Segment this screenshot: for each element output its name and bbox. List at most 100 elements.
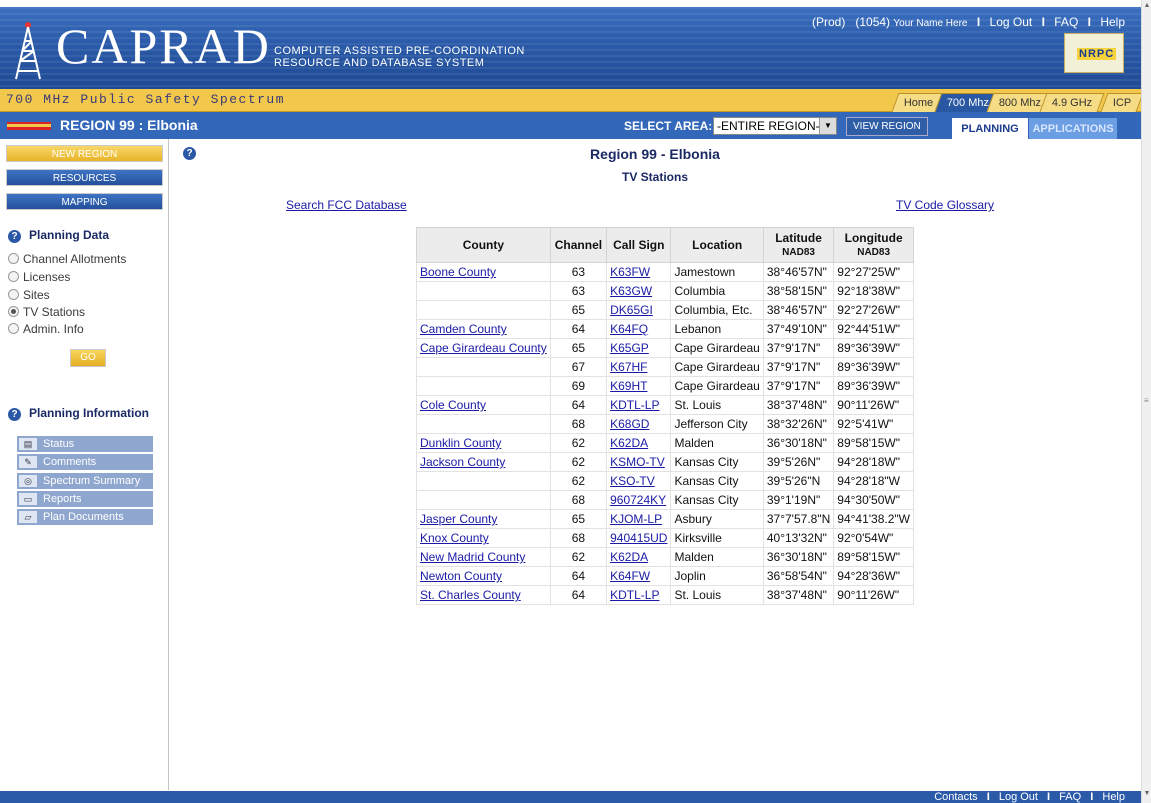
vertical-scrollbar[interactable]: ▲ ≡ ▼ xyxy=(1141,0,1151,803)
help-icon[interactable]: ? xyxy=(8,230,21,243)
scroll-down-icon[interactable]: ▼ xyxy=(1143,790,1151,799)
call-sign-link[interactable]: K63GW xyxy=(610,284,652,298)
tv-code-glossary-link[interactable]: TV Code Glossary xyxy=(896,198,994,212)
call-sign-link[interactable]: K65GP xyxy=(610,341,649,355)
cell-location: Malden xyxy=(670,547,764,567)
radio-channel-allotments[interactable]: Channel Allotments xyxy=(8,252,126,268)
county-link[interactable]: Cape Girardeau County xyxy=(420,341,547,355)
county-link[interactable]: Camden County xyxy=(420,322,507,336)
cell-location: Jefferson City xyxy=(670,414,764,434)
separator: I xyxy=(986,791,990,803)
cell-county: Knox County xyxy=(416,528,551,548)
radio-button[interactable] xyxy=(8,323,19,334)
call-sign-link[interactable]: K69HT xyxy=(610,379,647,393)
county-link[interactable]: New Madrid County xyxy=(420,550,525,564)
call-sign-link[interactable]: KSMO-TV xyxy=(610,455,665,469)
caprad-logo[interactable]: CAPRAD xyxy=(56,17,271,75)
cell-channel: 68 xyxy=(549,490,608,510)
info-item-status[interactable]: ▤ Status xyxy=(17,436,153,453)
radio-button[interactable] xyxy=(8,289,19,300)
info-item-comments[interactable]: ✎ Comments xyxy=(17,454,153,471)
tagline-line-1: COMPUTER ASSISTED PRE-COORDINATION xyxy=(274,45,525,57)
call-sign-link[interactable]: K63FW xyxy=(610,265,650,279)
col-county-label: County xyxy=(462,237,505,252)
help-link[interactable]: Help xyxy=(1100,15,1125,29)
col-latitude-label: Latitude xyxy=(775,230,822,245)
logout-link[interactable]: Log Out xyxy=(990,15,1033,29)
cell-location: Joplin xyxy=(670,566,764,586)
radio-button[interactable] xyxy=(8,253,19,264)
county-link[interactable]: Cole County xyxy=(420,398,486,412)
cell-longitude: 90°11'26W" xyxy=(833,395,914,415)
cell-latitude: 37°7'57.8"N xyxy=(762,509,835,529)
county-link[interactable]: Newton County xyxy=(420,569,502,583)
call-sign-link[interactable]: K62DA xyxy=(610,550,648,564)
view-region-button[interactable]: VIEW REGION xyxy=(846,117,928,136)
radio-admin-info[interactable]: Admin. Info xyxy=(8,322,84,338)
cell-latitude: 38°37'48N" xyxy=(762,395,835,415)
tab-applications[interactable]: APPLICATIONS xyxy=(1029,118,1117,139)
county-link[interactable]: Jasper County xyxy=(420,512,497,526)
info-item-reports[interactable]: ▭ Reports xyxy=(17,491,153,508)
call-sign-link[interactable]: KDTL-LP xyxy=(610,588,659,602)
contacts-link[interactable]: Contacts xyxy=(934,791,977,803)
region-flag-stripe xyxy=(7,124,51,127)
radio-licenses[interactable]: Licenses xyxy=(8,270,70,286)
call-sign-link[interactable]: K64FW xyxy=(610,569,650,583)
separator: I xyxy=(1047,791,1051,803)
cell-location: Columbia, Etc. xyxy=(670,300,764,320)
radio-tv-stations[interactable]: TV Stations xyxy=(8,305,85,321)
info-item-plan-documents[interactable]: ▱ Plan Documents xyxy=(17,509,153,526)
call-sign-link[interactable]: K62DA xyxy=(610,436,648,450)
table-row: 68 K68GD Jefferson City 38°32'26N" 92°5'41W" xyxy=(416,414,914,434)
select-area-value: -ENTIRE REGION- xyxy=(717,119,820,133)
table-row: Jasper County 65 KJOM-LP Asbury 37°7'57.8"N 9… xyxy=(416,509,914,529)
col-longitude-datum: NAD83 xyxy=(857,246,891,258)
county-link[interactable]: Knox County xyxy=(420,531,489,545)
call-sign-link[interactable]: 960724KY xyxy=(610,493,666,507)
county-link[interactable]: St. Charles County xyxy=(420,588,521,602)
cell-latitude: 38°58'15N" xyxy=(762,281,835,301)
radio-sites[interactable]: Sites xyxy=(8,288,50,304)
select-area-dropdown[interactable]: -ENTIRE REGION- ▼ xyxy=(713,117,837,135)
footer-logout-link[interactable]: Log Out xyxy=(999,791,1038,803)
cell-channel: 68 xyxy=(549,414,608,434)
call-sign-link[interactable]: DK65GI xyxy=(610,303,653,317)
county-link[interactable]: Jackson County xyxy=(420,455,505,469)
go-button[interactable]: GO xyxy=(70,349,106,367)
cell-channel: 64 xyxy=(549,585,608,605)
help-icon[interactable]: ? xyxy=(8,408,21,421)
scroll-up-icon[interactable]: ▲ xyxy=(1143,2,1151,11)
cell-call-sign: KJOM-LP xyxy=(606,509,672,529)
county-link[interactable]: Dunklin County xyxy=(420,436,501,450)
call-sign-link[interactable]: 940415UD xyxy=(610,531,667,545)
radio-button-selected[interactable] xyxy=(8,306,19,317)
open-folder-icon: ▱ xyxy=(19,511,37,523)
county-link[interactable]: Boone County xyxy=(420,265,496,279)
faq-link[interactable]: FAQ xyxy=(1054,15,1078,29)
call-sign-link[interactable]: KSO-TV xyxy=(610,474,655,488)
call-sign-link[interactable]: KDTL-LP xyxy=(610,398,659,412)
tab-home-label: Home xyxy=(903,97,934,109)
cell-latitude: 38°37'48N" xyxy=(762,585,835,605)
call-sign-link[interactable]: K67HF xyxy=(610,360,647,374)
tab-planning[interactable]: PLANNING xyxy=(952,118,1028,139)
call-sign-link[interactable]: KJOM-LP xyxy=(610,512,662,526)
resources-button[interactable]: RESOURCES xyxy=(6,169,163,186)
mapping-button[interactable]: MAPPING xyxy=(6,193,163,210)
help-icon[interactable]: ? xyxy=(183,147,196,160)
call-sign-link[interactable]: K64FQ xyxy=(610,322,648,336)
tagline-line-2: RESOURCE AND DATABASE SYSTEM xyxy=(274,57,485,69)
new-region-button[interactable]: NEW REGION xyxy=(6,145,163,162)
search-fcc-link[interactable]: Search FCC Database xyxy=(286,198,407,212)
col-call-sign-label: Call Sign xyxy=(613,237,665,252)
footer-help-link[interactable]: Help xyxy=(1102,791,1125,803)
radio-button[interactable] xyxy=(8,271,19,282)
call-sign-link[interactable]: K68GD xyxy=(610,417,649,431)
footer-faq-link[interactable]: FAQ xyxy=(1059,791,1081,803)
scroll-grip-icon[interactable]: ≡ xyxy=(1144,396,1149,406)
tab-icp[interactable]: ICP xyxy=(1100,93,1144,112)
info-item-spectrum-summary[interactable]: ◎ Spectrum Summary xyxy=(17,473,153,490)
info-item-label: Spectrum Summary xyxy=(43,475,141,487)
tab-4-9ghz[interactable]: 4.9 GHz xyxy=(1039,93,1105,112)
